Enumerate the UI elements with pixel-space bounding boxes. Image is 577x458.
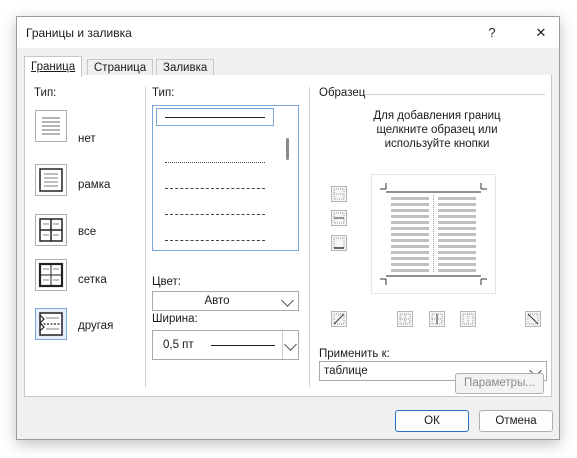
top-border-button[interactable] [331,186,347,202]
close-button[interactable]: ✕ [525,17,557,48]
setting-label: Тип: [34,87,57,99]
apply-to-value: таблице [324,365,368,377]
right-border-button[interactable] [460,311,476,327]
border-box-icon [39,168,63,192]
dialog-title: Границы и заливка [26,26,132,40]
solid-line [165,117,265,118]
tab-page-border[interactable]: Страница [87,59,154,76]
ok-button[interactable]: ОК [395,410,469,432]
dropdown-divider [282,331,283,359]
chevron-down-icon [284,338,297,351]
setting-all-label: все [78,226,97,238]
cancel-button[interactable]: Отмена [479,410,553,432]
preview-text-lines [438,197,476,272]
diagonal-up-icon [333,313,345,325]
diagonal-up-border-button[interactable] [331,311,347,327]
title-bar: Границы и заливка ? ✕ [17,17,559,48]
dash-dot-line-item[interactable] [165,240,265,241]
setting-none-button[interactable] [35,110,67,142]
chevron-down-icon [281,294,294,307]
preview-divider [365,94,545,95]
setting-custom-button[interactable] [35,308,67,340]
close-icon: ✕ [535,24,547,40]
setting-none-label: нет [78,133,96,145]
setting-box-label: рамка [78,179,111,191]
separator [145,87,146,387]
border-left-icon [399,313,411,325]
border-custom-icon [39,312,63,336]
color-value: Авто [204,295,230,307]
setting-grid-button[interactable] [35,259,67,291]
tab-shading-label: Заливка [163,62,208,74]
selected-style-item[interactable] [156,108,274,126]
tab-page-border-label: Страница [94,62,147,74]
color-label: Цвет: [152,276,181,288]
width-sample-line [211,345,275,346]
color-label-text: Цвет: [152,276,181,288]
apply-to-label: Применить к: [319,348,390,360]
borders-and-shading-dialog: Границы и заливка ? ✕ Граница Страница З… [16,16,560,440]
setting-box-button[interactable] [35,164,67,196]
preview-label: Образец [319,87,366,99]
border-inside-horizontal-icon [333,212,345,224]
width-label: Ширина: [152,313,198,325]
help-icon: ? [488,25,496,40]
style-label: Тип: [152,87,175,99]
width-dropdown[interactable]: 0,5 пт [152,330,299,360]
color-dropdown[interactable]: Авто [152,291,299,311]
diagonal-down-icon [527,313,539,325]
preview-text-lines [391,197,429,272]
tab-borders-label: Граница [31,61,76,73]
separator [309,87,310,387]
border-inside-vertical-icon [431,313,443,325]
diagonal-down-border-button[interactable] [525,311,541,327]
setting-all-button[interactable] [35,214,67,246]
setting-grid-label: сетка [78,274,107,286]
border-top-icon [333,188,345,200]
dashed-line-item[interactable] [165,188,265,189]
preview-hint: Для добавления границ щелкните образец и… [373,110,501,150]
options-button[interactable]: Параметры... [455,373,544,394]
inside-horizontal-border-button[interactable] [331,210,347,226]
border-none-icon [42,117,60,135]
tab-shading[interactable]: Заливка [156,59,215,76]
width-value: 0,5 пт [163,339,194,351]
preview-area[interactable] [371,174,496,294]
border-right-icon [462,313,474,325]
tab-borders[interactable]: Граница [24,56,83,77]
scrollbar-thumb[interactable] [286,138,289,160]
line-style-list[interactable] [152,105,299,251]
help-button[interactable]: ? [476,17,508,48]
borders-panel: Тип: нет рамка все сетка другая Тип: Цве… [24,75,552,397]
border-all-icon [39,218,63,242]
border-bottom-icon [333,237,345,249]
long-dash-line-item[interactable] [165,214,265,215]
inside-vertical-border-button[interactable] [429,311,445,327]
bottom-border-button[interactable] [331,235,347,251]
left-border-button[interactable] [397,311,413,327]
setting-custom-label: другая [78,320,114,332]
dotted-line-item[interactable] [165,162,265,163]
border-grid-icon [38,262,64,288]
